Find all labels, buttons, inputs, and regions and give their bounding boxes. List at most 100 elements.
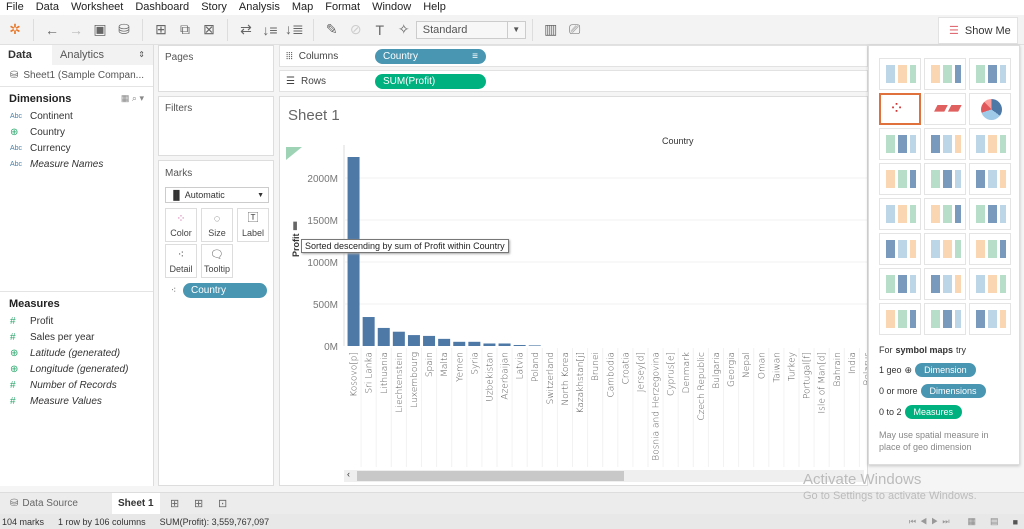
menu-dashboard[interactable]: Dashboard xyxy=(129,0,195,15)
columns-shelf[interactable]: ⦙⦙⦙ Columns Country ≡ xyxy=(279,45,868,67)
tooltip-button[interactable]: 🗨 Tooltip xyxy=(201,244,233,278)
show-me-bullet-graph-icon[interactable] xyxy=(924,303,966,335)
new-worksheet-icon[interactable]: ⊞ xyxy=(152,20,170,40)
dimension-field[interactable]: ⊕ Country xyxy=(0,124,153,140)
new-story-icon[interactable]: ⊡ xyxy=(214,494,232,514)
show-me-box-and-whisker-icon[interactable] xyxy=(969,268,1011,300)
show-me-horizontal-bars-icon[interactable] xyxy=(879,128,921,160)
show-me-histogram-icon[interactable] xyxy=(924,268,966,300)
search-icon[interactable]: ⌕ xyxy=(132,93,137,103)
sheet-navigation-icons[interactable]: ⏮◀▶⏭ xyxy=(909,517,954,527)
show-me-discrete-lines-icon[interactable] xyxy=(969,198,1011,230)
dimension-field[interactable]: Abc Continent xyxy=(0,108,153,124)
sort-ascending-icon[interactable]: ↓≡ xyxy=(261,20,279,40)
status-dimensions: 1 row by 106 columns xyxy=(58,516,146,527)
menu-worksheet[interactable]: Worksheet xyxy=(65,0,129,15)
show-me-text-table-icon[interactable] xyxy=(879,58,921,90)
save-icon[interactable]: ▣ xyxy=(91,20,109,40)
axis-corner-marker xyxy=(286,147,302,160)
measure-field[interactable]: ⊕ Longitude (generated) xyxy=(0,361,153,377)
show-me-area-discrete-icon[interactable] xyxy=(924,233,966,265)
show-me-area-continuous-icon[interactable] xyxy=(879,233,921,265)
new-data-source-icon[interactable]: ⛁ xyxy=(115,20,133,40)
show-me-side-by-side-circles-icon[interactable] xyxy=(969,163,1011,195)
rows-shelf[interactable]: ☰ Rows SUM(Profit) xyxy=(279,70,868,92)
view-toggle-icon[interactable]: ▦ xyxy=(121,93,130,103)
show-me-treemap-icon[interactable] xyxy=(879,163,921,195)
pin-icon[interactable]: ✧ xyxy=(395,20,413,40)
measure-field[interactable]: # Measure Values xyxy=(0,393,153,409)
sort-icon: ≡ xyxy=(472,50,478,62)
menu-map[interactable]: Map xyxy=(286,0,319,15)
x-tick-label: Georgia xyxy=(727,352,737,387)
tab-data[interactable]: Data xyxy=(0,45,52,65)
sort-indicator-icon[interactable]: ⫼ xyxy=(293,221,297,232)
measure-field[interactable]: # Number of Records xyxy=(0,377,153,393)
measure-field[interactable]: # Profit xyxy=(0,313,153,329)
show-me-pie-chart-icon[interactable] xyxy=(969,93,1011,125)
tabs-icon[interactable]: ■ xyxy=(1013,517,1018,527)
mark-type-select[interactable]: ▐▌ Automatic ▼ xyxy=(165,187,269,203)
new-dashboard-icon[interactable]: ⊞ xyxy=(190,494,208,514)
show-me-dual-lines-icon[interactable] xyxy=(924,198,966,230)
clear-sheet-icon[interactable]: ⊠ xyxy=(200,20,218,40)
show-me-packed-bubbles-icon[interactable] xyxy=(969,303,1011,335)
highlight-icon[interactable]: ✎ xyxy=(323,20,341,40)
redo-icon[interactable]: → xyxy=(67,20,85,40)
show-me-highlight-table-icon[interactable] xyxy=(969,58,1011,90)
data-source-tab[interactable]: ⛁ Data Source xyxy=(0,498,88,509)
dimension-field[interactable]: Abc Currency xyxy=(0,140,153,156)
scroll-left-icon[interactable]: ‹ xyxy=(347,469,350,479)
menu-chevron-icon[interactable]: ▾ xyxy=(139,93,144,103)
menu-help[interactable]: Help xyxy=(417,0,452,15)
size-button[interactable]: ◌ Size xyxy=(201,208,233,242)
show-me-button[interactable]: ☰ Show Me xyxy=(938,17,1018,44)
horizontal-scrollbar[interactable]: ‹ xyxy=(344,469,864,482)
hint-note: May use spatial measure in place of geo … xyxy=(879,430,989,452)
rows-pill-sum-profit[interactable]: SUM(Profit) xyxy=(375,73,486,89)
number-type-icon: # xyxy=(10,331,16,343)
color-button[interactable]: ⁘ Color xyxy=(165,208,197,242)
menu-story[interactable]: Story xyxy=(195,0,233,15)
columns-pill-country[interactable]: Country ≡ xyxy=(375,48,486,64)
fit-select[interactable]: Standard ▼ xyxy=(415,20,526,39)
show-me-dual-combination-icon[interactable] xyxy=(969,233,1011,265)
menu-file[interactable]: File xyxy=(0,0,30,15)
dimension-field[interactable]: Abc Measure Names xyxy=(0,156,153,172)
detail-pill-country[interactable]: Country xyxy=(183,283,267,298)
group-icon[interactable]: ⊘ xyxy=(347,20,365,40)
show-me-symbol-map-icon[interactable]: ⁘ xyxy=(879,93,921,125)
detail-pill-label: Country xyxy=(191,285,227,296)
presentation-mode-icon[interactable]: ⎚ xyxy=(566,20,584,40)
sheet-sorter-icon[interactable]: ▦ xyxy=(968,516,977,527)
labels-icon[interactable]: T xyxy=(371,20,389,40)
measure-field[interactable]: ⊕ Latitude (generated) xyxy=(0,345,153,361)
show-me-stacked-bars-icon[interactable] xyxy=(924,128,966,160)
show-me-side-by-side-bars-icon[interactable] xyxy=(969,128,1011,160)
sort-descending-icon[interactable]: ↓≣ xyxy=(285,20,304,40)
menu-analysis[interactable]: Analysis xyxy=(233,0,286,15)
show-cards-icon[interactable]: ▥ xyxy=(542,20,560,40)
filmstrip-icon[interactable]: ▤ xyxy=(990,516,999,527)
data-source-item[interactable]: ⛁ Sheet1 (Sample Compan... xyxy=(0,65,153,87)
show-me-gantt-chart-icon[interactable] xyxy=(879,303,921,335)
undo-icon[interactable]: ← xyxy=(43,20,61,40)
label-button[interactable]: 🅃 Label xyxy=(237,208,269,242)
show-me-circle-view-icon[interactable] xyxy=(924,163,966,195)
measure-field[interactable]: # Sales per year xyxy=(0,329,153,345)
detail-button[interactable]: ⁖ Detail xyxy=(165,244,197,278)
swap-icon[interactable]: ⇄ xyxy=(237,20,255,40)
tableau-logo-icon[interactable]: ✲ xyxy=(6,20,24,40)
show-me-filled-map-icon[interactable]: ▰▰ xyxy=(924,93,966,125)
menu-data[interactable]: Data xyxy=(30,0,65,15)
menu-window[interactable]: Window xyxy=(366,0,417,15)
duplicate-sheet-icon[interactable]: ⧉ xyxy=(176,20,194,40)
show-me-scatter-plot-icon[interactable] xyxy=(879,268,921,300)
show-me-continuous-lines-icon[interactable] xyxy=(879,198,921,230)
sheet-tab-sheet1[interactable]: Sheet 1 xyxy=(111,492,160,515)
tab-analytics[interactable]: Analytics ⇕ xyxy=(52,45,153,65)
new-worksheet-icon[interactable]: ⊞ xyxy=(166,494,184,514)
show-me-heat-map-icon[interactable] xyxy=(924,58,966,90)
menu-format[interactable]: Format xyxy=(319,0,366,15)
scrollbar-thumb[interactable] xyxy=(357,471,624,481)
